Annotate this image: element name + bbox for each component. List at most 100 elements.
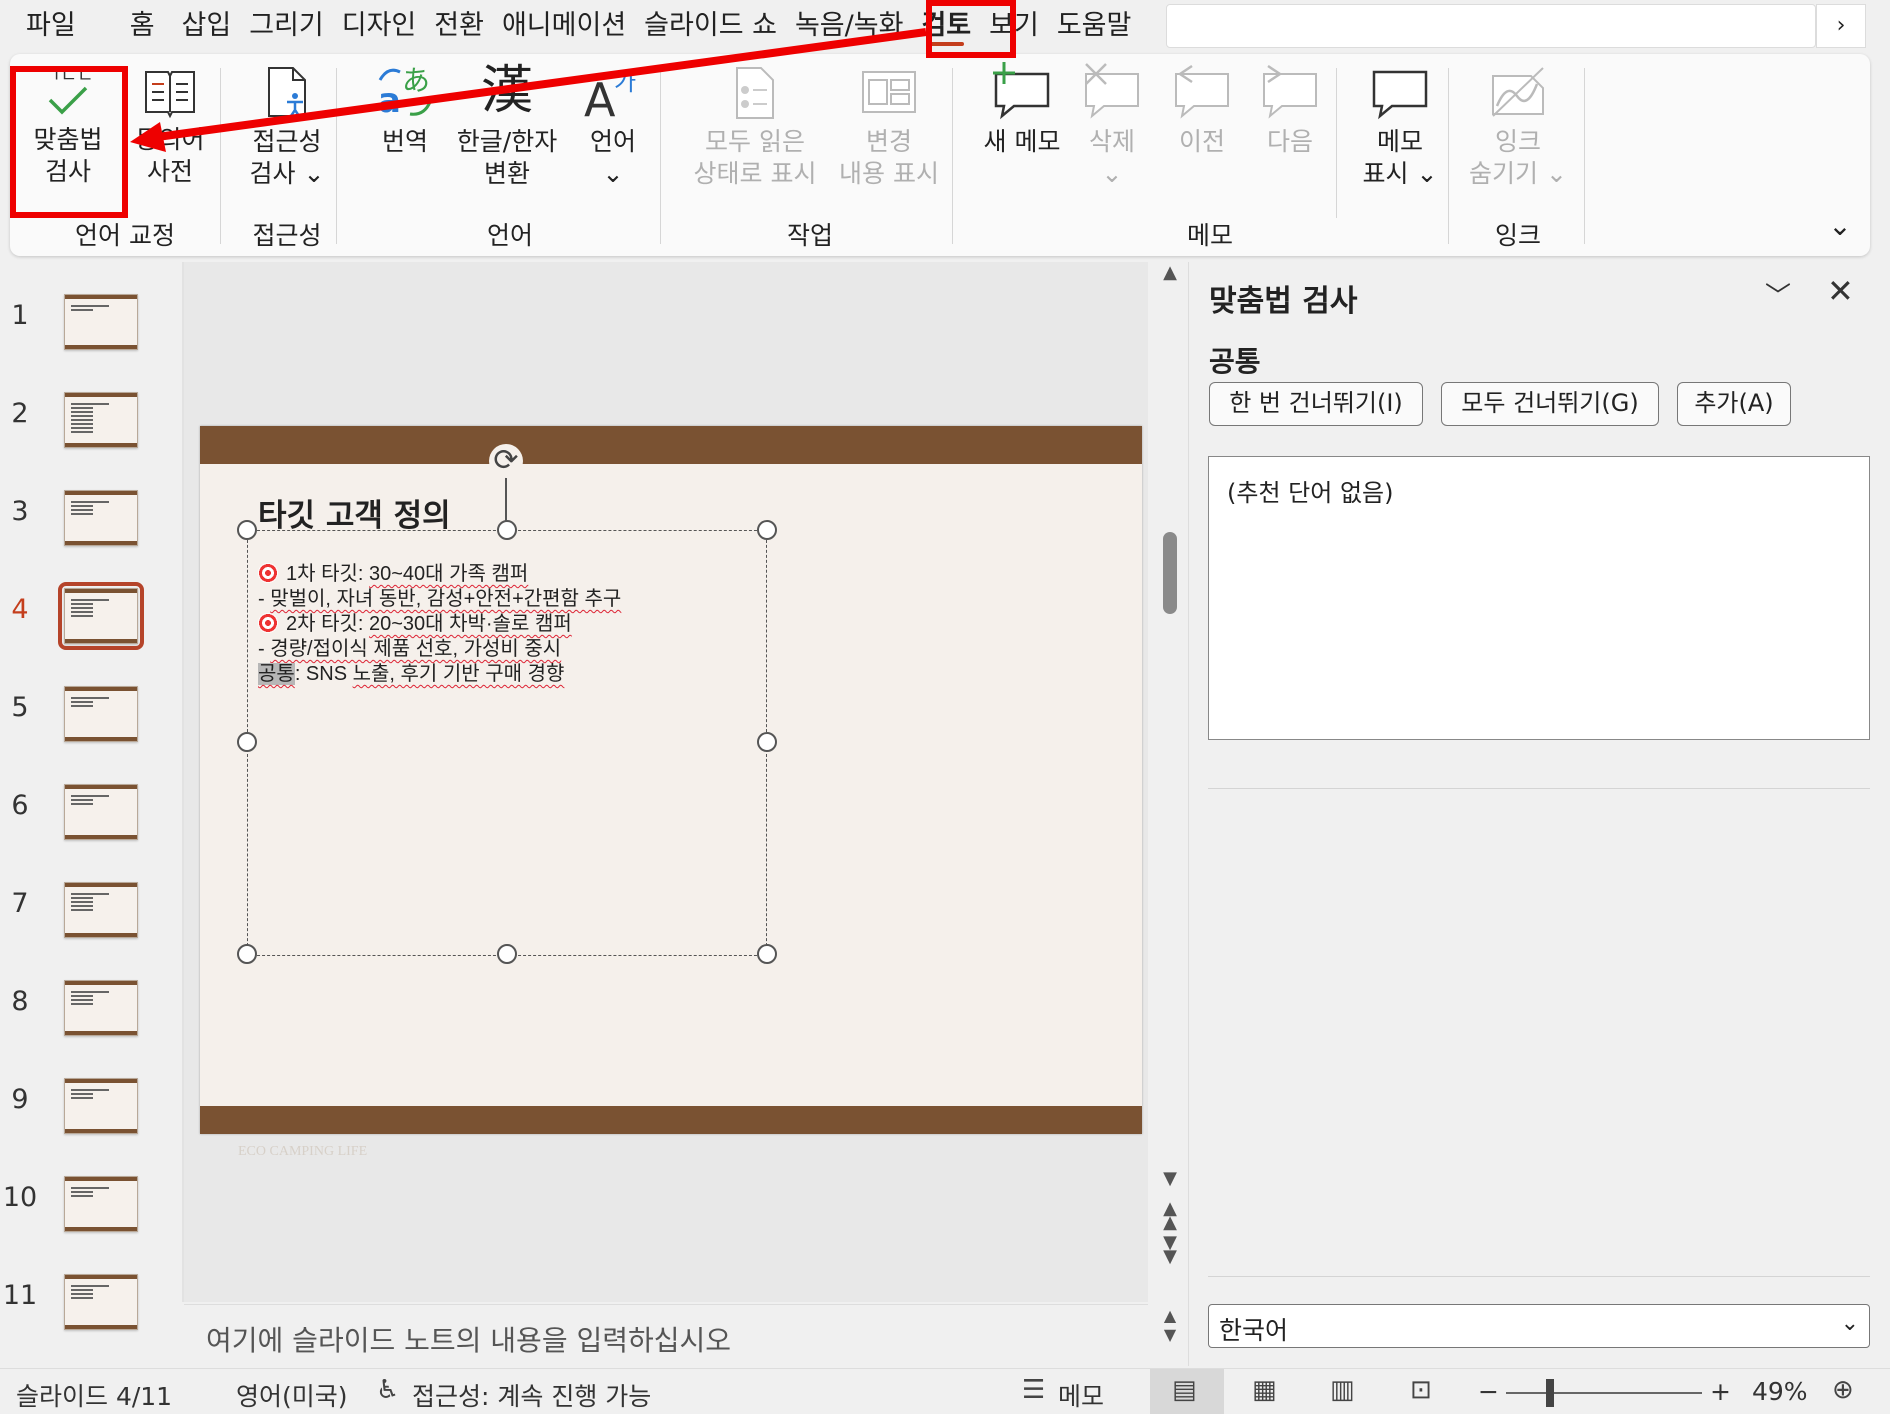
resize-handle-top[interactable] (497, 520, 517, 540)
tab-5[interactable]: 디자인 (333, 0, 426, 52)
preview-text-line (71, 799, 93, 801)
resize-handle-bottom[interactable] (497, 944, 517, 964)
thesaurus-button[interactable]: 동의어 사전 (122, 60, 218, 188)
scroll-up-arrow-icon[interactable]: ▲ (1158, 262, 1182, 283)
notes-pane[interactable]: 여기에 슬라이드 노트의 내용을 입력하십시오 (184, 1304, 1148, 1366)
resize-handle-bottom-right[interactable] (757, 944, 777, 964)
hanja-convert-button[interactable]: 漢 한글/한자 변환 (442, 60, 572, 190)
ribbon-collapse-button[interactable]: ⌄ (1822, 210, 1858, 242)
show-comments-button[interactable]: 메모 표시 ⌄ (1344, 62, 1456, 190)
tab-3[interactable]: 삽입 (173, 0, 241, 52)
new-comment-icon (993, 62, 1050, 120)
slide-preview (64, 1274, 138, 1330)
scrollbar-thumb[interactable] (1163, 532, 1177, 614)
misspelled-word: 공통 (1209, 345, 1261, 378)
next-comment-button[interactable]: 다음 (1248, 62, 1332, 158)
slide-number: 3 (11, 496, 29, 527)
close-icon[interactable]: ✕ (1827, 272, 1854, 310)
ignore-once-button[interactable]: 한 번 건너뛰기(I) (1209, 382, 1423, 426)
slide-thumbnail[interactable]: 5 (0, 686, 180, 756)
zoom-slider-thumb[interactable] (1546, 1379, 1554, 1407)
accessibility-icon[interactable]: ♿ (376, 1375, 399, 1405)
notes-toggle[interactable]: 메모 (1058, 1377, 1104, 1413)
preview-text-line (71, 991, 109, 993)
slide-thumbnail[interactable]: 9 (0, 1078, 180, 1148)
tab-scroll-button[interactable]: › (1816, 4, 1866, 48)
slide-thumbnail[interactable]: 1 (0, 294, 180, 364)
slide-title[interactable]: 타깃 고객 정의 (258, 490, 451, 535)
slide-number: 8 (11, 986, 29, 1017)
preview-text-line (71, 411, 93, 413)
slide-preview (64, 1176, 138, 1232)
tab-12[interactable]: 도움말 (1048, 0, 1141, 52)
tab-6[interactable]: 전환 (425, 0, 493, 52)
resize-handle-right[interactable] (757, 732, 777, 752)
slide-thumbnail[interactable]: 7 (0, 882, 180, 952)
ignore-all-button[interactable]: 모두 건너뛰기(G) (1441, 382, 1659, 426)
tab-8[interactable]: 슬라이드 쇼 (635, 0, 786, 52)
tab-9[interactable]: 녹음/녹화 (786, 0, 912, 52)
slideshow-icon[interactable]: ⊡ (1410, 1375, 1432, 1405)
preview-text-line (71, 999, 93, 1001)
accessibility-status[interactable]: 접근성: 계속 진행 가능 (412, 1377, 651, 1413)
slide-thumbnail[interactable]: 6 (0, 784, 180, 854)
proofing-language[interactable]: 영어(미국) (236, 1377, 348, 1413)
canvas-scrollbar[interactable]: ▲ ▼ ▲ ▲ ▼ ▼ (1158, 262, 1182, 1266)
hide-ink-button[interactable]: 잉크 숨기기 ⌄ (1460, 62, 1576, 190)
slide-thumbnail[interactable]: 4 (0, 582, 180, 658)
highlighted-misspelling[interactable]: 공통 (258, 663, 295, 685)
suggestions-list[interactable]: (추천 단어 없음) (1208, 456, 1870, 740)
resize-handle-left[interactable] (237, 732, 257, 752)
language-button[interactable]: A 가 언어 ⌄ (570, 60, 656, 190)
mark-all-read-button[interactable]: 모두 읽은 상태로 표시 (674, 62, 836, 190)
language-select[interactable]: 한국어 ⌄ (1208, 1304, 1870, 1348)
previous-comment-button[interactable]: 이전 (1160, 62, 1244, 158)
preview-text-line (71, 1089, 109, 1091)
next-slide-icon[interactable]: ▼ ▼ (1158, 1234, 1182, 1266)
zoom-level[interactable]: 49% (1752, 1377, 1808, 1406)
resize-handle-top-left[interactable] (237, 520, 257, 540)
slide-sorter-icon[interactable]: ▦ (1252, 1375, 1277, 1405)
previous-slide-icon[interactable]: ▲ ▲ (1158, 1200, 1182, 1232)
target-icon (258, 613, 278, 633)
resize-handle-bottom-left[interactable] (237, 944, 257, 964)
slide-thumbnail[interactable]: 3 (0, 490, 180, 560)
slide-body-text[interactable]: 1차 타깃: 30~40대 가족 캠퍼 - 맞벌이, 자녀 동반, 감성+안전+간… (258, 562, 621, 687)
preview-text-line (71, 1093, 93, 1095)
active-slide-frame (58, 582, 144, 650)
slide-thumbnail[interactable]: 11 (0, 1274, 180, 1344)
tab-7[interactable]: 애니메이션 (493, 0, 635, 52)
show-changes-button[interactable]: 변경 내용 표시 (830, 62, 948, 190)
rotate-handle-icon[interactable]: ⟳ (489, 444, 523, 478)
slide-thumbnail[interactable]: 2 (0, 392, 180, 462)
group-label-proofing: 언어 교정 (75, 221, 175, 250)
zoom-out-button[interactable]: − (1478, 1377, 1499, 1406)
group-separator (1584, 68, 1585, 244)
normal-view-icon[interactable]: ▤ (1172, 1375, 1197, 1405)
accessibility-check-button[interactable]: 접근성 검사 ⌄ (232, 62, 342, 190)
slide-thumbnail[interactable]: 8 (0, 980, 180, 1050)
delete-comment-button[interactable]: 삭제 ⌄ (1070, 62, 1154, 190)
preview-text-line (71, 403, 109, 405)
zoom-slider[interactable] (1506, 1392, 1702, 1394)
tab-4[interactable]: 그리기 (240, 0, 333, 52)
new-comment-button[interactable]: 새 메모 (970, 62, 1074, 158)
translate-button[interactable]: a あ 번역 (360, 60, 450, 158)
pane-options-chevron-icon[interactable]: ﹀ (1765, 276, 1791, 313)
zoom-in-button[interactable]: + (1710, 1377, 1731, 1406)
body-line: 2차 타깃: 20~30대 차박·솔로 캠퍼 (258, 612, 621, 637)
slide-4[interactable]: ECO CAMPING LIFE 타깃 고객 정의 ⟳ 1차 타깃: 30~40… (200, 426, 1142, 1159)
reading-view-icon[interactable]: ▥ (1330, 1375, 1355, 1405)
notes-icon[interactable]: ☰ (1022, 1375, 1045, 1405)
notes-scrollbar[interactable]: ▲ ▼ (1158, 1306, 1182, 1364)
fit-to-window-icon[interactable]: ⊕ (1832, 1375, 1854, 1405)
slide-thumbnail[interactable]: 10 (0, 1176, 180, 1246)
tab-1[interactable]: 파일 (0, 0, 106, 52)
language-label: 언어 ⌄ (589, 127, 636, 188)
preview-text-line (71, 697, 109, 699)
hide-ink-label: 잉크 숨기기 ⌄ (1469, 127, 1567, 188)
resize-handle-top-right[interactable] (757, 520, 777, 540)
scroll-down-arrow-icon[interactable]: ▼ (1158, 1168, 1182, 1189)
tab-2[interactable]: 홈 (106, 0, 173, 52)
add-to-dictionary-button[interactable]: 추가(A) (1677, 382, 1791, 426)
